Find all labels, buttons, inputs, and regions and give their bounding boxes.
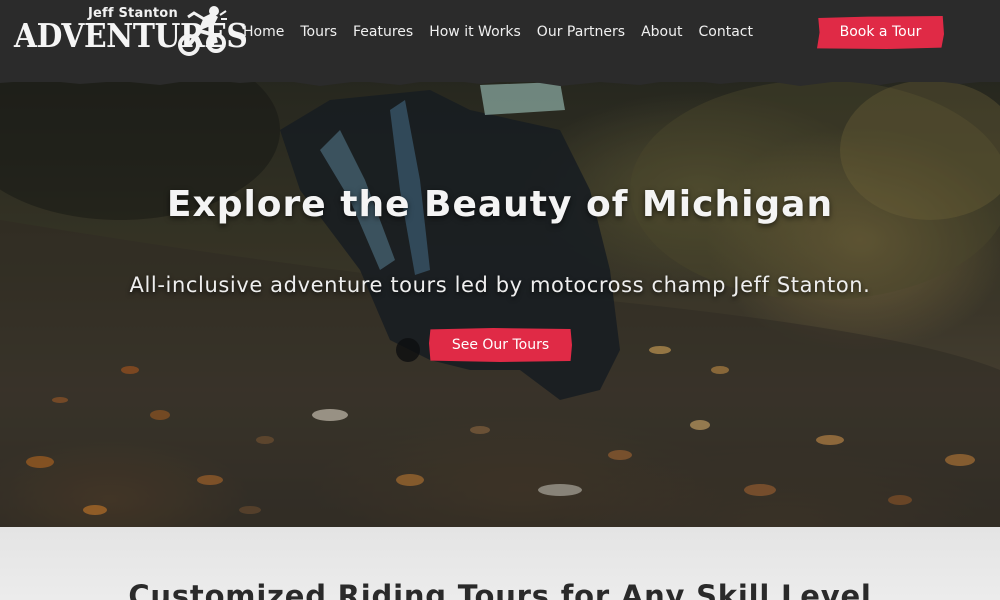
hero-subtitle: All-inclusive adventure tours led by mot… xyxy=(129,273,871,297)
hero-section: Explore the Beauty of Michigan All-inclu… xyxy=(0,70,1000,527)
hero-overlay xyxy=(0,70,1000,527)
nav-item-contact[interactable]: Contact xyxy=(698,23,752,41)
nav-item-tours[interactable]: Tours xyxy=(300,23,337,41)
main-nav: Home Tours Features How it Works Our Par… xyxy=(243,23,753,41)
site-header: Jeff Stanton ADVENTURES Home Tours Featu… xyxy=(0,0,1000,82)
book-a-tour-button[interactable]: Book a Tour xyxy=(817,16,944,49)
nav-item-about[interactable]: About xyxy=(641,23,682,41)
nav-item-features[interactable]: Features xyxy=(353,23,413,41)
tours-intro-section: Customized Riding Tours for Any Skill Le… xyxy=(0,527,1000,600)
hero-title: Explore the Beauty of Michigan xyxy=(166,184,834,225)
see-our-tours-button[interactable]: See Our Tours xyxy=(429,328,572,362)
nav-item-our-partners[interactable]: Our Partners xyxy=(537,23,625,41)
nav-item-how-it-works[interactable]: How it Works xyxy=(429,23,521,41)
nav-item-home[interactable]: Home xyxy=(243,23,284,41)
site-logo[interactable]: Jeff Stanton ADVENTURES xyxy=(14,5,248,57)
section-title: Customized Riding Tours for Any Skill Le… xyxy=(128,579,872,600)
motocross-rider-icon xyxy=(178,6,227,56)
